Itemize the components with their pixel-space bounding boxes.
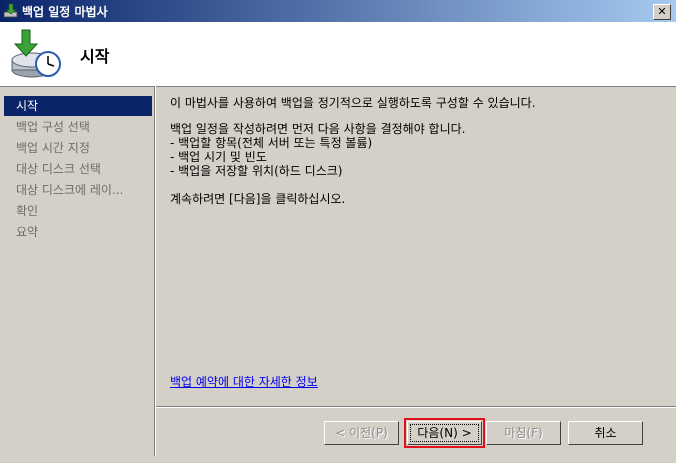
- page-title: 시작: [80, 47, 110, 66]
- step-target-disk[interactable]: 대상 디스크 선택: [4, 159, 152, 179]
- bullet-item: - 백업을 저장할 위치(하드 디스크): [170, 164, 343, 178]
- divider-highlight: [155, 86, 156, 456]
- close-icon: ✕: [657, 5, 667, 18]
- next-button[interactable]: 다음(N) >: [404, 418, 485, 448]
- content-panel: 이 마법사를 사용하여 백업을 정기적으로 실행하도록 구성할 수 있습니다. …: [170, 96, 660, 206]
- bullet-item: - 백업할 항목(전체 서버 또는 특정 볼륨): [170, 136, 373, 150]
- cancel-button[interactable]: 취소: [568, 421, 643, 445]
- intro-text: 이 마법사를 사용하여 백업을 정기적으로 실행하도록 구성할 수 있습니다.: [170, 96, 536, 110]
- step-start[interactable]: 시작: [4, 96, 152, 116]
- step-summary[interactable]: 요약: [4, 222, 152, 242]
- wizard-header: 시작: [0, 22, 676, 87]
- wizard-window: 백업 일정 마법사 ✕ 시작 시작 백업 구성 선택 백업 시간 지정 대상 디…: [0, 0, 676, 463]
- step-backup-config[interactable]: 백업 구성 선택: [4, 117, 152, 137]
- next-button-label: 다음(N) >: [410, 424, 479, 442]
- step-backup-time[interactable]: 백업 시간 지정: [4, 138, 152, 158]
- title-bar[interactable]: 백업 일정 마법사 ✕: [0, 0, 676, 22]
- step-target-disk-label[interactable]: 대상 디스크에 레이...: [4, 180, 152, 200]
- wizard-steps: 시작 백업 구성 선택 백업 시간 지정 대상 디스크 선택 대상 디스크에 레…: [4, 92, 152, 456]
- step-confirm[interactable]: 확인: [4, 201, 152, 221]
- close-button[interactable]: ✕: [653, 4, 671, 20]
- decide-heading: 백업 일정을 작성하려면 먼저 다음 사항을 결정해야 합니다.: [170, 122, 466, 136]
- backup-clock-icon: [11, 29, 61, 78]
- continue-text: 계속하려면 [다음]을 클릭하십시오.: [170, 192, 346, 206]
- button-separator-highlight: [156, 407, 676, 408]
- backup-app-icon: [3, 3, 18, 18]
- finish-button[interactable]: 마침(F): [486, 421, 561, 445]
- more-info-link[interactable]: 백업 예약에 대한 자세한 정보: [170, 373, 318, 390]
- window-title: 백업 일정 마법사: [22, 5, 108, 19]
- bullet-item: - 백업 시기 및 빈도: [170, 150, 267, 164]
- previous-button[interactable]: < 이전(P): [324, 421, 399, 445]
